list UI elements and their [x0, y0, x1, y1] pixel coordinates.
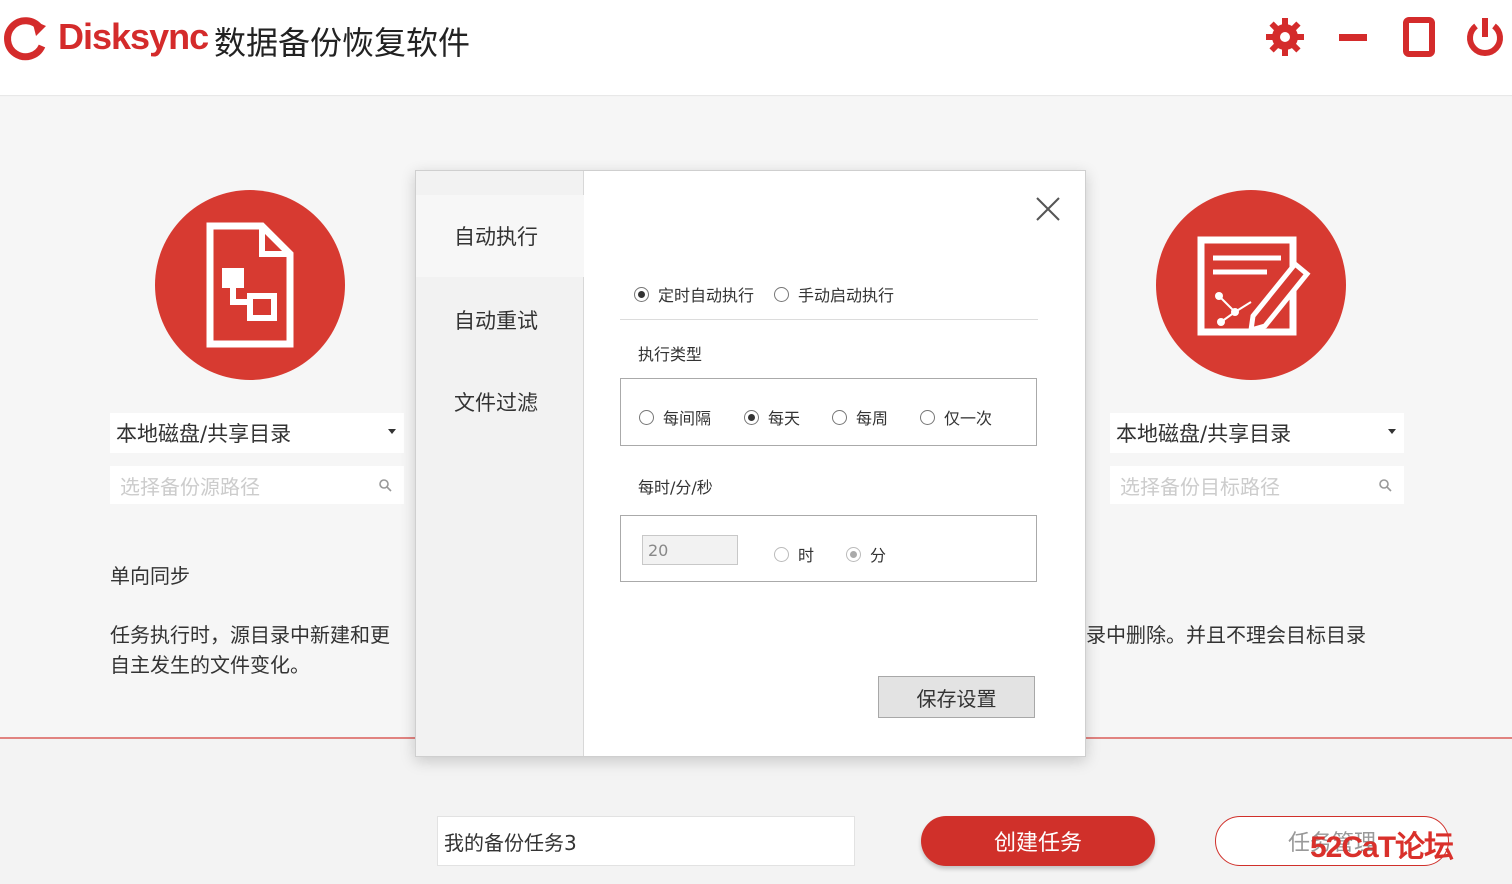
- source-type-select[interactable]: 本地磁盘/共享目录: [110, 413, 404, 453]
- maximize-icon: [1403, 17, 1435, 57]
- source-path-placeholder: 选择备份源路径: [120, 474, 260, 499]
- settings-button[interactable]: [1262, 14, 1308, 60]
- app-title: 数据备份恢复软件: [214, 24, 471, 62]
- search-icon: [379, 479, 392, 492]
- task-name-input[interactable]: 我的备份任务3: [437, 816, 855, 866]
- sync-mode-title: 单向同步: [110, 564, 190, 588]
- radio-indicator: [639, 409, 654, 425]
- time-value-input[interactable]: 20: [642, 535, 738, 565]
- sync-mode-description: 任务执行时，源目录中新建和更 自主发生的文件变化。: [110, 620, 390, 680]
- source-document-icon: [206, 222, 294, 348]
- tab-auto-retry[interactable]: 自动重试: [416, 279, 584, 361]
- chevron-down-icon: [388, 429, 396, 434]
- app-header: Disksync 数据备份恢复软件: [0, 0, 1512, 96]
- radio-hour-label: 时: [798, 546, 815, 565]
- radio-once[interactable]: 仅一次: [920, 405, 992, 429]
- radio-manual[interactable]: 手动启动执行: [774, 282, 894, 306]
- radio-scheduled[interactable]: 定时自动执行: [634, 282, 754, 306]
- exec-type-label: 执行类型: [638, 345, 703, 364]
- radio-daily-label: 每天: [768, 409, 801, 428]
- gear-icon: [1266, 18, 1304, 56]
- target-path-input[interactable]: 选择备份目标路径: [1110, 466, 1404, 504]
- radio-indicator: [846, 546, 861, 562]
- brand-name: Disksync: [58, 16, 209, 57]
- radio-scheduled-label: 定时自动执行: [658, 286, 755, 305]
- search-icon: [1379, 479, 1392, 492]
- power-icon: [1467, 18, 1503, 56]
- close-icon[interactable]: [1034, 195, 1062, 223]
- radio-once-label: 仅一次: [944, 409, 993, 428]
- minimize-button[interactable]: [1330, 14, 1376, 60]
- chevron-down-icon: [1388, 429, 1396, 434]
- radio-indicator: [744, 409, 759, 425]
- create-task-button[interactable]: 创建任务: [921, 816, 1155, 866]
- maximize-button[interactable]: [1396, 14, 1442, 60]
- radio-hour[interactable]: 时: [774, 542, 814, 566]
- radio-weekly[interactable]: 每周: [832, 405, 888, 429]
- radio-interval-label: 每间隔: [663, 409, 712, 428]
- radio-manual-label: 手动启动执行: [798, 286, 895, 305]
- radio-daily[interactable]: 每天: [744, 405, 800, 429]
- radio-minute-label: 分: [870, 546, 887, 565]
- radio-indicator: [774, 286, 789, 302]
- radio-indicator: [920, 409, 935, 425]
- source-path-input[interactable]: 选择备份源路径: [110, 466, 404, 504]
- source-type-value: 本地磁盘/共享目录: [116, 422, 292, 446]
- radio-indicator: [634, 286, 649, 302]
- tab-auto-execute[interactable]: 自动执行: [416, 195, 584, 277]
- power-button[interactable]: [1462, 14, 1508, 60]
- dialog-sidebar: 自动执行 自动重试 文件过滤: [416, 171, 584, 756]
- time-label: 每时/分/秒: [638, 478, 713, 497]
- sync-logo-icon: [4, 17, 46, 61]
- radio-indicator: [774, 546, 789, 562]
- target-edit-icon: [1197, 236, 1311, 336]
- exec-type-group: 每间隔 每天 每周 仅一次: [620, 378, 1037, 446]
- radio-indicator: [832, 409, 847, 425]
- save-settings-button[interactable]: 保存设置: [878, 676, 1035, 718]
- description-line-1: 任务执行时，源目录中新建和更: [110, 623, 390, 647]
- source-button[interactable]: [155, 190, 345, 380]
- separator: [620, 319, 1038, 320]
- tab-file-filter[interactable]: 文件过滤: [416, 361, 584, 443]
- radio-interval[interactable]: 每间隔: [639, 405, 711, 429]
- target-type-select[interactable]: 本地磁盘/共享目录: [1110, 413, 1404, 453]
- auto-exec-dialog: 自动执行 自动重试 文件过滤 定时自动执行 手动启动执行 执行类型 每间隔 每天…: [415, 170, 1086, 757]
- watermark: 52CaT论坛: [1310, 831, 1454, 864]
- radio-minute[interactable]: 分: [846, 542, 886, 566]
- description-line-1-right: 录中删除。并且不理会目标目录: [1086, 623, 1366, 647]
- target-path-placeholder: 选择备份目标路径: [1120, 474, 1280, 499]
- minimize-icon: [1339, 34, 1367, 41]
- radio-weekly-label: 每周: [856, 409, 889, 428]
- target-type-value: 本地磁盘/共享目录: [1116, 422, 1292, 446]
- target-button[interactable]: [1156, 190, 1346, 380]
- description-line-2: 自主发生的文件变化。: [110, 653, 310, 677]
